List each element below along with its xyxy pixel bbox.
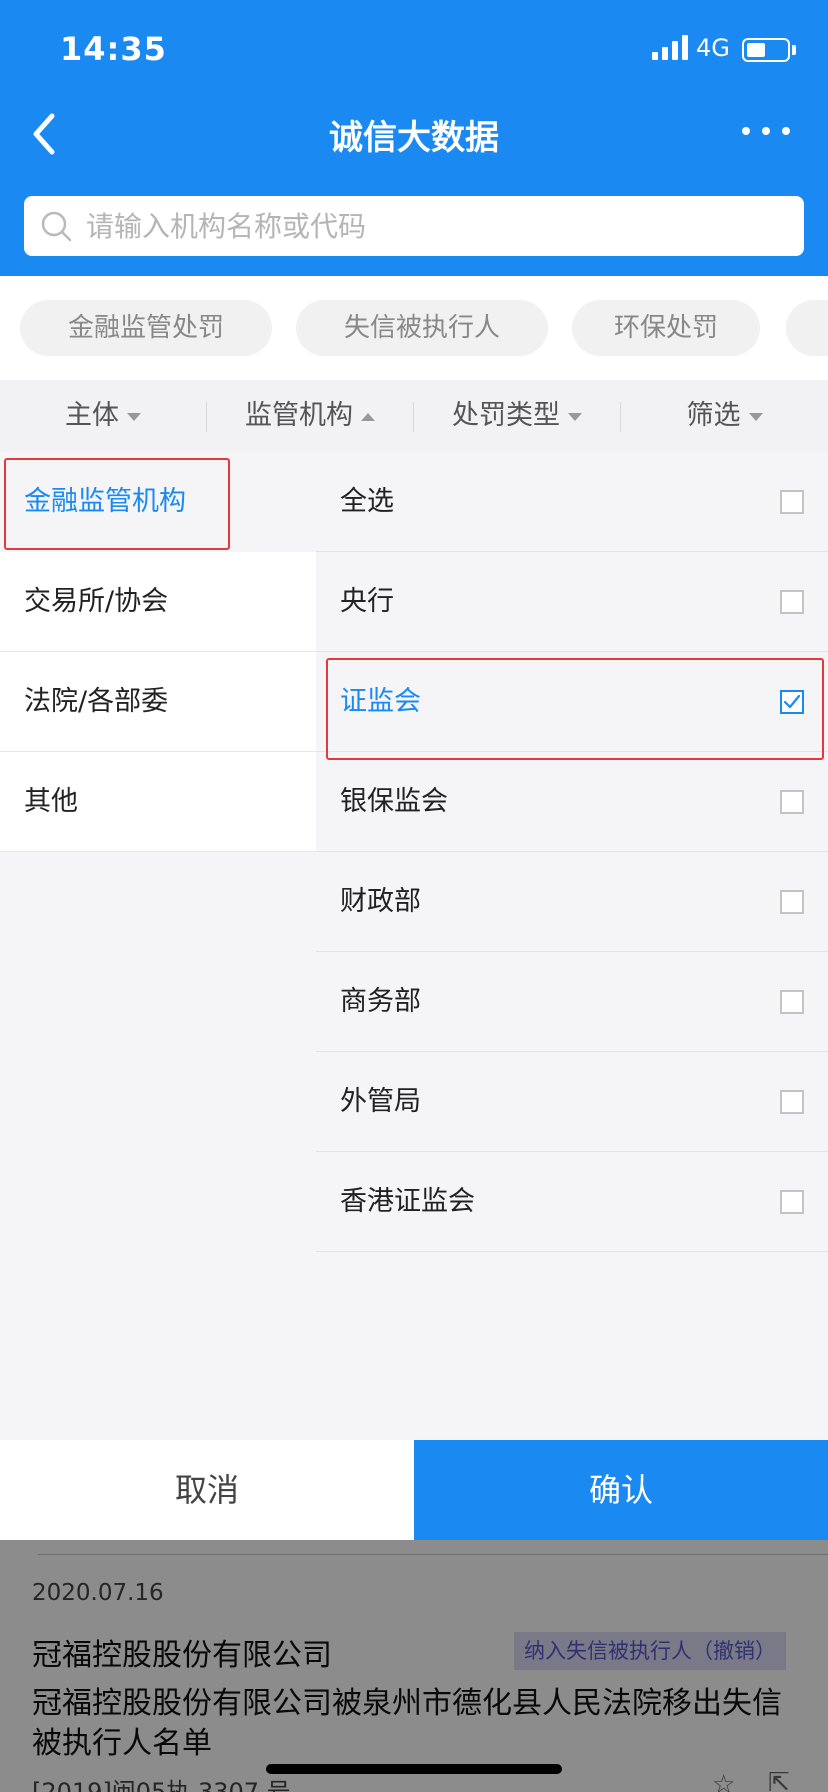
filter-penalty-type[interactable]: 处罚类型 bbox=[414, 380, 620, 452]
search-box[interactable] bbox=[24, 196, 804, 256]
option-cbirc[interactable]: 银保监会 bbox=[316, 752, 828, 852]
filter-bar: 主体 监管机构 处罚类型 筛选 bbox=[0, 380, 828, 452]
search-input[interactable] bbox=[86, 202, 786, 250]
menu-item-label: 交易所/协会 bbox=[24, 586, 169, 617]
checkbox[interactable] bbox=[780, 1090, 804, 1114]
page-title: 诚信大数据 bbox=[329, 118, 499, 158]
checkbox[interactable] bbox=[780, 990, 804, 1014]
search-icon bbox=[41, 211, 72, 242]
status-bar: 14:35 4G bbox=[0, 0, 828, 100]
menu-item-label: 法院/各部委 bbox=[24, 686, 169, 717]
more-dot-icon bbox=[782, 127, 790, 135]
highlight-box-category bbox=[4, 458, 230, 550]
more-dot-icon bbox=[742, 127, 750, 135]
home-indicator bbox=[266, 1764, 562, 1774]
checkbox[interactable] bbox=[780, 1190, 804, 1214]
option-ministry-of-commerce[interactable]: 商务部 bbox=[316, 952, 828, 1052]
background-result-item: 2020.07.16 冠福控股股份有限公司 纳入失信被执行人（撤销） 冠福控股股… bbox=[0, 1540, 828, 1792]
more-button[interactable] bbox=[740, 112, 792, 148]
filter-regulator[interactable]: 监管机构 bbox=[207, 380, 413, 452]
option-select-all[interactable]: 全选 bbox=[316, 452, 828, 552]
menu-item-courts-ministries[interactable]: 法院/各部委 bbox=[0, 652, 316, 752]
checkbox[interactable] bbox=[780, 790, 804, 814]
regulator-category-menu: 金融监管机构 交易所/协会 法院/各部委 其他 bbox=[0, 452, 316, 1440]
option-label: 银保监会 bbox=[340, 786, 448, 817]
menu-item-exchanges[interactable]: 交易所/协会 bbox=[0, 552, 316, 652]
header: 14:35 4G 诚信大数据 bbox=[0, 0, 828, 276]
cancel-button[interactable]: 取消 bbox=[0, 1440, 414, 1540]
checkbox[interactable] bbox=[780, 490, 804, 514]
battery-nub bbox=[792, 45, 796, 55]
battery-icon bbox=[742, 38, 790, 62]
regulator-options-list: 全选 央行 证监会 银保监会 财政部 商务部 外管局 香港证监会 bbox=[316, 452, 828, 1440]
status-time: 14:35 bbox=[60, 30, 167, 68]
caret-down-icon bbox=[748, 412, 763, 421]
filter-regulator-label: 监管机构 bbox=[245, 400, 353, 431]
option-hk-sfc[interactable]: 香港证监会 bbox=[316, 1152, 828, 1252]
option-label: 央行 bbox=[340, 586, 394, 617]
more-dot-icon bbox=[762, 127, 770, 135]
option-ministry-of-finance[interactable]: 财政部 bbox=[316, 852, 828, 952]
category-chip-row: 金融监管处罚 失信被执行人 环保处罚 bbox=[0, 276, 828, 380]
option-label: 全选 bbox=[340, 486, 394, 517]
signal-icon bbox=[652, 34, 688, 60]
caret-down-icon bbox=[127, 412, 141, 421]
filter-more[interactable]: 筛选 bbox=[621, 380, 828, 452]
chip-environment-penalty[interactable]: 环保处罚 bbox=[572, 300, 760, 356]
option-label: 商务部 bbox=[340, 986, 421, 1017]
filter-penalty-type-label: 处罚类型 bbox=[452, 400, 560, 431]
caret-up-icon bbox=[361, 412, 375, 421]
chip-financial-penalty[interactable]: 金融监管处罚 bbox=[20, 300, 272, 356]
caret-down-icon bbox=[568, 412, 582, 421]
menu-item-label: 其他 bbox=[24, 786, 78, 817]
option-label: 香港证监会 bbox=[340, 1186, 475, 1217]
chip-dishonest-debtor[interactable]: 失信被执行人 bbox=[296, 300, 548, 356]
option-label: 外管局 bbox=[340, 1086, 421, 1117]
filter-subject[interactable]: 主体 bbox=[0, 380, 206, 452]
network-label: 4G bbox=[696, 34, 730, 62]
filter-subject-label: 主体 bbox=[65, 400, 119, 431]
dim-overlay bbox=[0, 1540, 828, 1792]
highlight-box-option bbox=[326, 658, 824, 760]
filter-more-label: 筛选 bbox=[686, 400, 741, 431]
option-safe[interactable]: 外管局 bbox=[316, 1052, 828, 1152]
checkbox[interactable] bbox=[780, 890, 804, 914]
option-central-bank[interactable]: 央行 bbox=[316, 552, 828, 652]
option-label: 财政部 bbox=[340, 886, 421, 917]
confirm-button[interactable]: 确认 bbox=[414, 1440, 828, 1540]
checkbox[interactable] bbox=[780, 590, 804, 614]
menu-item-other[interactable]: 其他 bbox=[0, 752, 316, 852]
chip-partial[interactable] bbox=[786, 300, 828, 356]
